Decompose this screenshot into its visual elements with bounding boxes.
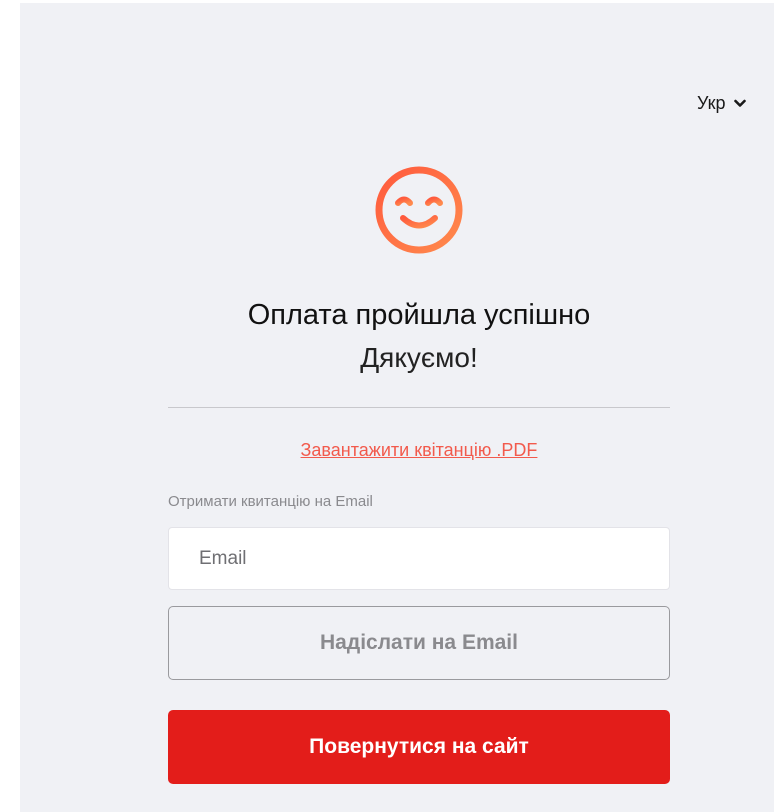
return-to-site-button[interactable]: Повернутися на сайт [168, 710, 670, 784]
thank-you-subtitle: Дякуємо! [360, 342, 478, 373]
success-title: Оплата пройшла успішно [247, 299, 591, 331]
download-pdf-link[interactable]: Завантажити квітанцію .PDF [168, 440, 670, 461]
language-selector[interactable]: Укр [697, 93, 746, 114]
smiley-face-icon [374, 165, 464, 255]
chevron-down-icon [733, 99, 746, 108]
divider [168, 407, 670, 408]
email-input[interactable] [168, 527, 670, 590]
send-email-button[interactable]: Надіслати на Email [168, 606, 670, 680]
language-label: Укр [697, 93, 726, 113]
email-receipt-label: Отримати квитанцію на Email [168, 493, 373, 510]
